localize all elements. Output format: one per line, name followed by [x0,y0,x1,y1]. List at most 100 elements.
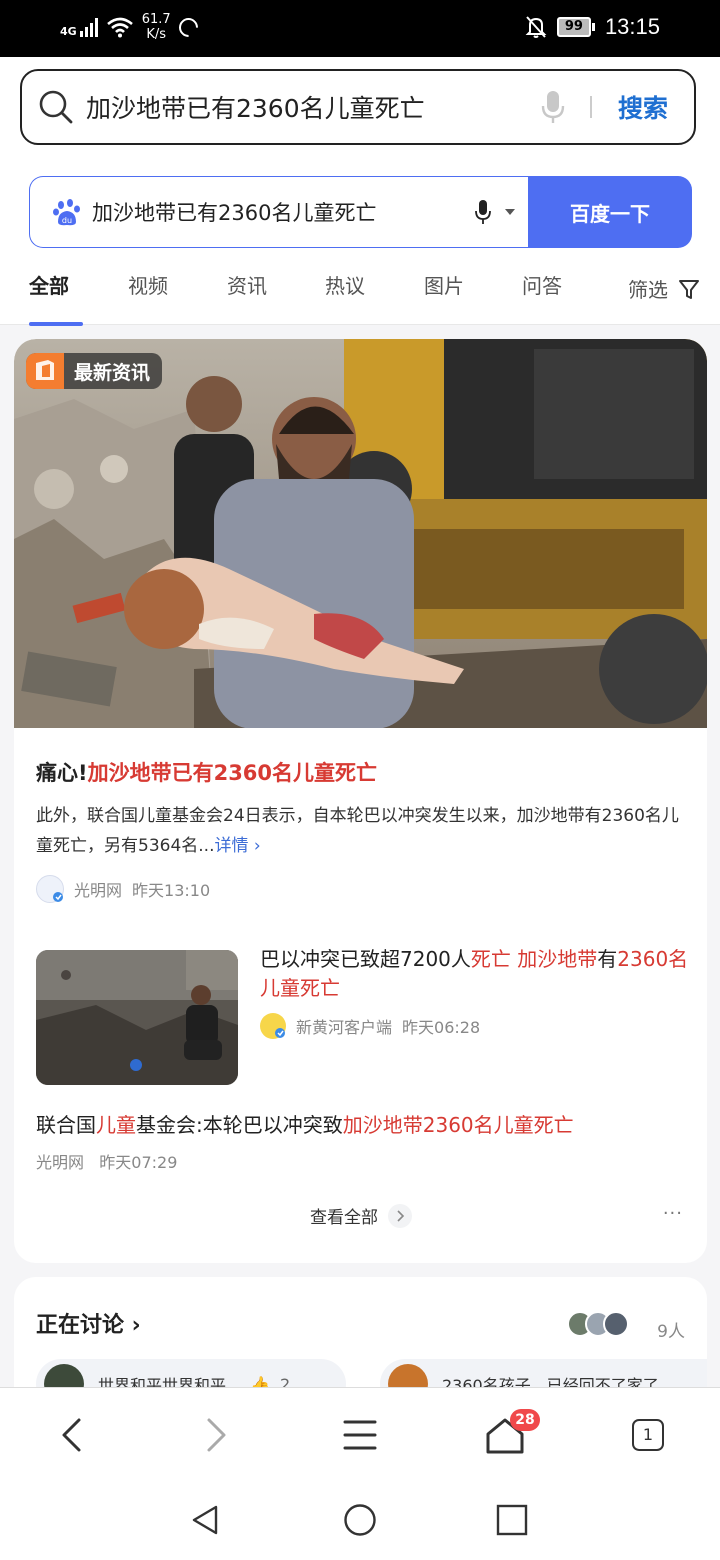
discussion-title-text: 正在讨论 [36,1313,125,1338]
details-label: 详情 [214,836,249,856]
news-thumbnail[interactable] [36,950,238,1085]
title-highlight: 儿童 [96,1113,136,1137]
baidu-paw-icon: du [53,199,80,226]
home-notification-badge: 28 [510,1409,540,1431]
source-name: 光明网 [74,881,123,900]
tab-qa[interactable]: 问答 [522,270,562,299]
avatar [603,1311,629,1337]
news-summary: 此外，联合国儿童基金会24日表示，自本轮巴以冲突发生以来，加沙地带有2360名儿… [36,801,686,861]
clock: 13:15 [604,14,660,39]
participant-avatars [567,1311,629,1337]
chevron-right-icon [388,1203,412,1228]
network-type: 4G [60,25,77,38]
source-time: 昨天07:29 [99,1153,178,1172]
tab-discussion[interactable]: 热议 [325,270,365,299]
news-item-title[interactable]: 联合国儿童基金会:本轮巴以冲突致加沙地带2360名儿童死亡 [36,1109,574,1138]
baidu-search-section: du 加沙地带已有2360名儿童死亡 百度一下 全部 视频 资讯 热议 图片 问… [0,157,720,326]
badge-label: 最新资讯 [74,361,151,384]
status-right: 99 13:15 [525,14,660,40]
news-item-title[interactable]: 巴以冲突已致超7200人死亡 加沙地带有2360名儿童死亡 [260,945,690,1003]
browser-search-button[interactable]: 搜索 [618,89,668,125]
news-headline[interactable]: 痛心!加沙地带已有2360名儿童死亡 [36,757,377,787]
baidu-search-input[interactable]: du 加沙地带已有2360名儿童死亡 [29,176,529,248]
wifi-icon [106,17,133,38]
latest-news-card: 最新资讯 痛心!加沙地带已有2360名儿童死亡 此外，联合国儿童基金会24日表示… [14,339,707,1263]
system-back-icon[interactable] [188,1503,222,1537]
tab-count: 1 [632,1419,664,1451]
network-speed: 61.7 K/s [142,12,171,42]
battery-level: 99 [556,17,591,37]
title-part: 有 [597,947,618,971]
back-icon[interactable] [47,1410,97,1460]
title-highlight: 加沙地带2360名儿童死亡 [342,1113,574,1137]
summary-text: 此外，联合国儿童基金会24日表示，自本轮巴以冲突发生以来，加沙地带有2360名儿… [36,806,679,856]
sync-icon [174,13,202,41]
details-link[interactable]: 详情 › [214,836,260,856]
baidu-query-text: 加沙地带已有2360名儿童死亡 [92,201,377,225]
title-part: 巴以冲突已致超7200人 [260,947,471,971]
baidu-search-button[interactable]: 百度一下 [528,176,692,248]
more-options-icon[interactable]: ··· [663,1203,683,1224]
source-name: 新黄河客户端 [296,1018,393,1037]
signal-indicator: 4G [60,17,98,37]
system-navigation-bar [0,1483,720,1560]
news-hero-image[interactable]: 最新资讯 [14,339,707,728]
xinhuanghe-logo-icon [260,1013,286,1039]
system-recents-icon[interactable] [495,1503,529,1537]
tab-all[interactable]: 全部 [29,270,69,299]
filter-funnel-icon [679,279,699,299]
status-bar: 4G 61.7 K/s 99 13:15 [0,0,720,57]
tab-news[interactable]: 资讯 [227,270,267,299]
status-left: 4G 61.7 K/s [60,12,202,42]
tabs-button[interactable]: 1 [623,1410,673,1460]
news-item-source-row: 光明网 昨天07:29 [36,1149,177,1173]
speed-unit: K/s [146,27,166,42]
browser-bottom-nav: 28 1 [0,1387,720,1483]
result-tabs: 全部 视频 资讯 热议 图片 问答 筛选 [0,260,720,326]
guangming-logo-icon [36,875,64,903]
signal-bars-icon [79,17,98,37]
participant-count: 9人 [657,1322,685,1342]
browser-search-input[interactable]: 加沙地带已有2360名儿童死亡 搜索 [20,69,696,145]
thumbnail-photo [36,950,238,1085]
headline-highlight: 加沙地带已有2360名儿童死亡 [87,761,378,785]
source-time: 昨天06:28 [402,1018,481,1037]
title-highlight: 2360 [617,947,669,971]
system-home-icon[interactable] [343,1503,377,1537]
filter-label: 筛选 [628,278,668,302]
speed-value: 61.7 [141,12,171,27]
menu-icon[interactable] [335,1410,385,1460]
latest-news-badge: 最新资讯 [26,353,163,389]
discussion-title[interactable]: 正在讨论 › [36,1307,141,1339]
browser-search-bar: 加沙地带已有2360名儿童死亡 搜索 [0,57,720,157]
title-highlight: 加沙地带 [517,947,598,971]
hero-photo [14,339,707,728]
tab-video[interactable]: 视频 [128,270,168,299]
filter-button[interactable]: 筛选 [628,274,700,303]
battery-icon: 99 [556,17,595,37]
title-part: 基金会:本轮巴以冲突致 [136,1113,343,1137]
source-name: 光明网 [36,1153,85,1172]
view-all-button[interactable]: 查看全部 [310,1203,412,1228]
microphone-icon[interactable] [540,89,566,125]
news-badge-icon [26,353,64,389]
news-item-source-row: 新黄河客户端 昨天06:28 [260,1013,480,1039]
home-button[interactable]: 28 [480,1409,540,1460]
source-time: 昨天13:10 [132,881,211,900]
headline-prefix: 痛心! [36,761,88,785]
news-source-row: 光明网 昨天13:10 [36,875,210,903]
tab-images[interactable]: 图片 [424,270,464,299]
title-highlight: 死亡 [470,947,511,971]
svg-text:du: du [62,216,72,225]
forward-icon[interactable] [191,1410,241,1460]
view-all-label: 查看全部 [310,1208,378,1228]
chevron-down-icon[interactable] [505,209,515,215]
title-part: 联合国 [36,1113,96,1137]
phone-screen: { "status_bar": { "network": "4G", "spee… [0,0,720,1560]
divider [590,96,592,118]
browser-query-text: 加沙地带已有2360名儿童死亡 [86,94,425,123]
voice-input-icon[interactable] [475,199,491,225]
bell-muted-icon [525,16,547,38]
active-tab-indicator [29,322,83,326]
search-icon [39,90,73,124]
